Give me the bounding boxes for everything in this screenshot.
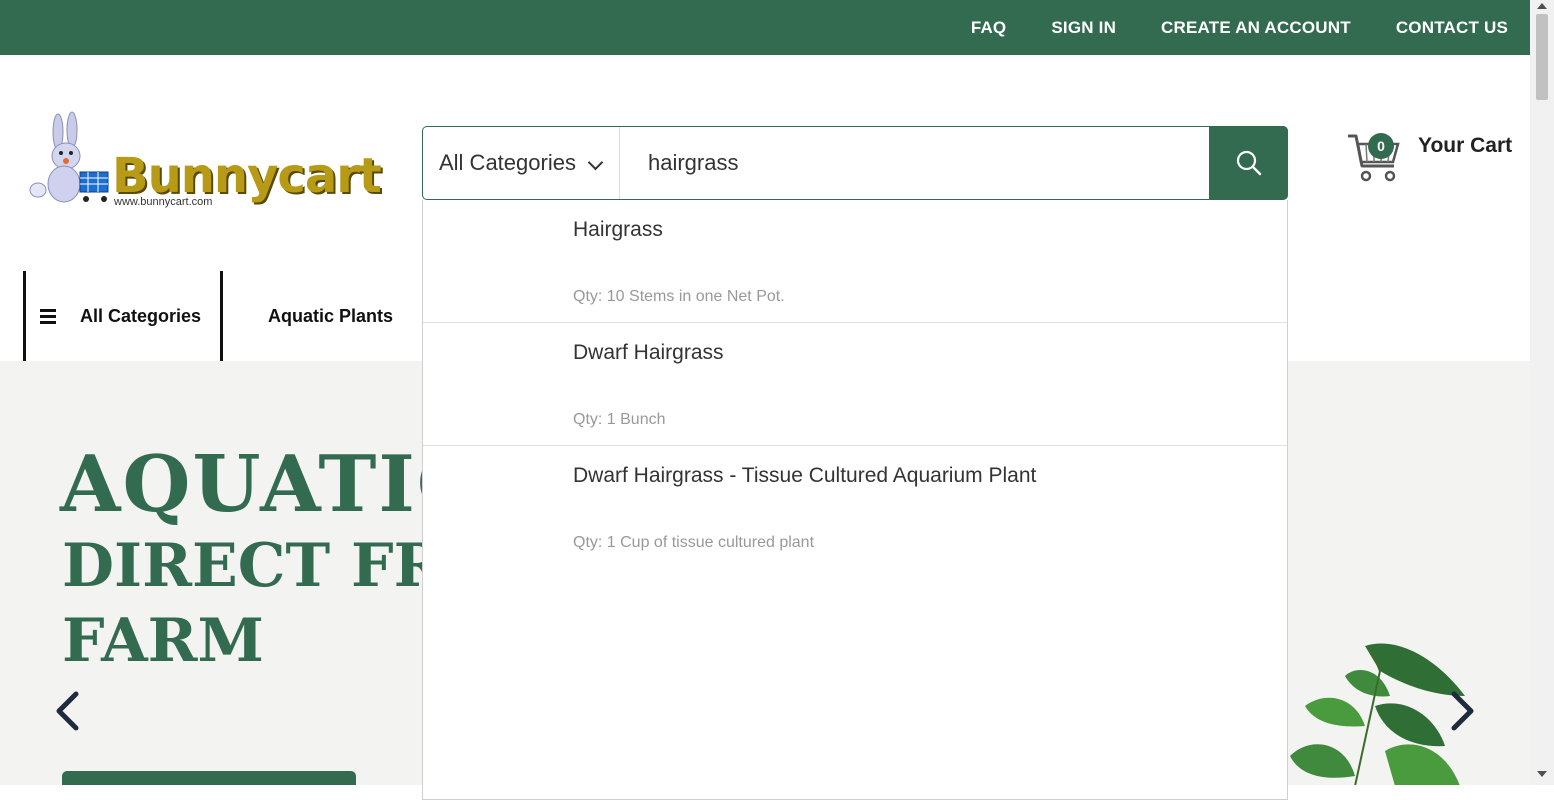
top-bar: FAQ SIGN IN CREATE AN ACCOUNT CONTACT US	[0, 0, 1530, 55]
suggestion-name: Dwarf Hairgrass	[573, 341, 724, 364]
sign-in-link[interactable]: SIGN IN	[1051, 18, 1116, 38]
contact-us-link[interactable]: CONTACT US	[1396, 18, 1508, 38]
all-categories-menu-button[interactable]: All Categories	[23, 271, 223, 361]
suggestion-item[interactable]: Hairgrass Qty: 10 Stems in one Net Pot.	[423, 200, 1287, 323]
cart-count-badge: 0	[1368, 133, 1394, 159]
nav-item-aquatic-plants[interactable]: Aquatic Plants	[268, 306, 393, 327]
suggestion-qty: Qty: 10 Stems in one Net Pot.	[573, 288, 785, 305]
suggestion-name: Dwarf Hairgrass - Tissue Cultured Aquari…	[573, 464, 1037, 487]
carousel-next-chevron-icon[interactable]	[1450, 691, 1476, 731]
suggestion-qty: Qty: 1 Cup of tissue cultured plant	[573, 534, 815, 551]
suggestion-item[interactable]: Dwarf Hairgrass - Tissue Cultured Aquari…	[423, 446, 1287, 569]
scroll-up-arrow-icon[interactable]	[1537, 3, 1547, 9]
search-input[interactable]	[620, 127, 1209, 199]
category-select[interactable]: All Categories	[423, 127, 620, 199]
page-scrollbar[interactable]	[1530, 0, 1554, 785]
chevron-down-icon	[587, 154, 604, 171]
hamburger-menu-icon	[40, 306, 56, 327]
faq-link[interactable]: FAQ	[971, 18, 1007, 38]
suggestion-name: Hairgrass	[573, 218, 663, 241]
search-bar: All Categories	[422, 126, 1288, 200]
cart-widget[interactable]: 0 Your Cart	[1346, 130, 1516, 190]
hero-heading-line1: AQUATIC	[60, 439, 481, 530]
suggestion-item[interactable]: Dwarf Hairgrass Qty: 1 Bunch	[423, 323, 1287, 446]
create-account-link[interactable]: CREATE AN ACCOUNT	[1161, 18, 1351, 38]
scrollbar-thumb[interactable]	[1536, 14, 1548, 100]
carousel-prev-chevron-icon[interactable]	[54, 691, 80, 731]
bunny-mascot-icon	[29, 111, 109, 203]
category-select-label: All Categories	[439, 150, 576, 175]
cart-label: Your Cart	[1418, 134, 1513, 157]
all-categories-label: All Categories	[80, 305, 202, 326]
suggestion-qty: Qty: 1 Bunch	[573, 411, 666, 428]
search-suggestions-dropdown: Hairgrass Qty: 10 Stems in one Net Pot. …	[422, 200, 1288, 800]
hero-cta-button[interactable]	[62, 771, 356, 785]
search-icon	[1236, 150, 1261, 176]
search-button[interactable]	[1209, 126, 1288, 200]
scroll-down-arrow-icon[interactable]	[1537, 771, 1547, 777]
site-logo[interactable]: Bunnycart www.bunnycart.com	[28, 110, 382, 215]
hero-heading-line3: FARM	[62, 606, 264, 676]
logo-url: www.bunnycart.com	[114, 196, 213, 208]
